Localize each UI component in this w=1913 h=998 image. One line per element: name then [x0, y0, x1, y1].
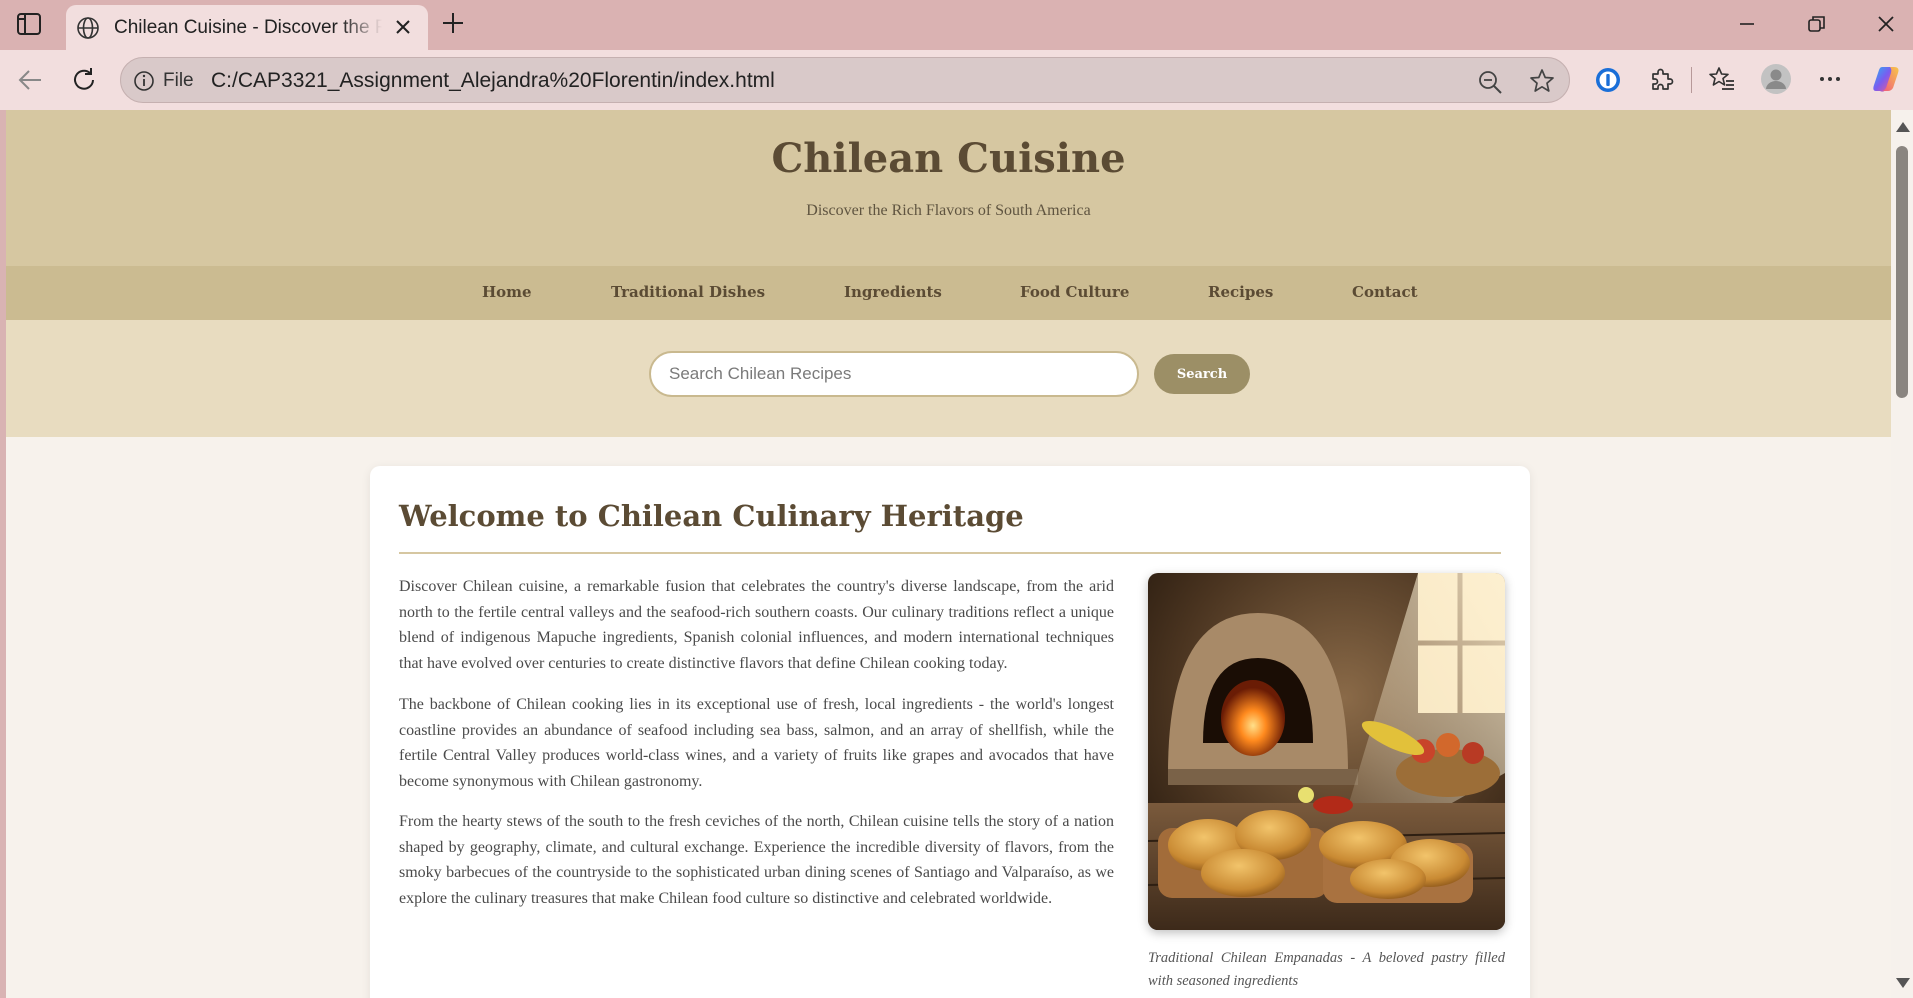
- reload-icon[interactable]: [68, 65, 100, 95]
- url-text[interactable]: C:/CAP3321_Assignment_Alejandra%20Floren…: [211, 69, 775, 93]
- more-icon[interactable]: [1815, 65, 1845, 93]
- restore-icon[interactable]: [1803, 12, 1829, 36]
- scroll-down-arrow-icon[interactable]: [1896, 978, 1910, 988]
- search-input[interactable]: [649, 351, 1139, 397]
- heading-divider: [399, 552, 1501, 554]
- globe-icon: [77, 17, 99, 39]
- search-button[interactable]: Search: [1154, 354, 1250, 394]
- address-bar[interactable]: File C:/CAP3321_Assignment_Alejandra%20F…: [120, 57, 1570, 103]
- site-title: Chilean Cuisine: [771, 135, 1126, 182]
- plus-icon[interactable]: [440, 10, 466, 36]
- tab-strip: Chilean Cuisine - Discover the Rich Flav…: [0, 0, 1913, 50]
- scroll-up-arrow-icon[interactable]: [1896, 122, 1910, 132]
- nav-ingredients[interactable]: Ingredients: [844, 283, 942, 301]
- site-subtitle: Discover the Rich Flavors of South Ameri…: [806, 202, 1091, 219]
- zoom-out-icon[interactable]: [1477, 69, 1503, 95]
- puzzle-icon[interactable]: [1648, 65, 1676, 93]
- star-icon[interactable]: [1529, 68, 1555, 94]
- back-arrow-icon[interactable]: [14, 65, 46, 95]
- close-icon[interactable]: [392, 16, 414, 38]
- active-tab[interactable]: Chilean Cuisine - Discover the Rich Flav…: [66, 5, 428, 50]
- scrollbar-thumb[interactable]: [1896, 146, 1908, 398]
- nav-home[interactable]: Home: [482, 283, 532, 301]
- welcome-heading: Welcome to Chilean Culinary Heritage: [399, 499, 1024, 533]
- nav-contact[interactable]: Contact: [1352, 283, 1418, 301]
- empanadas-image: [1148, 573, 1505, 930]
- page-scrollbar[interactable]: [1891, 110, 1913, 998]
- search-section: Search: [6, 320, 1891, 437]
- file-scheme-label: File: [163, 70, 194, 91]
- nav-traditional-dishes[interactable]: Traditional Dishes: [611, 283, 765, 301]
- profile-icon[interactable]: [1760, 63, 1792, 95]
- tab-title: Chilean Cuisine - Discover the Rich Flav…: [114, 17, 382, 38]
- nav-recipes[interactable]: Recipes: [1208, 283, 1273, 301]
- browser-toolbar: File C:/CAP3321_Assignment_Alejandra%20F…: [0, 50, 1913, 110]
- favorites-icon[interactable]: [1708, 65, 1736, 93]
- copilot-icon[interactable]: [1870, 63, 1902, 95]
- welcome-card: Welcome to Chilean Culinary Heritage Dis…: [370, 466, 1530, 998]
- nav-food-culture[interactable]: Food Culture: [1020, 283, 1129, 301]
- main-navigation: Home Traditional Dishes Ingredients Food…: [6, 266, 1891, 320]
- minimize-icon[interactable]: [1734, 12, 1760, 36]
- window-close-icon[interactable]: [1873, 12, 1899, 36]
- site-header: Chilean Cuisine Discover the Rich Flavor…: [6, 110, 1891, 266]
- intro-paragraph: Discover Chilean cuisine, a remarkable f…: [399, 578, 1114, 673]
- password-manager-icon[interactable]: [1594, 66, 1622, 94]
- info-icon[interactable]: [133, 70, 155, 92]
- sidebar-toggle-icon[interactable]: [16, 12, 42, 36]
- toolbar-divider: [1691, 67, 1692, 93]
- ingredients-paragraph: The backbone of Chilean cooking lies in …: [399, 696, 1114, 791]
- diversity-paragraph: From the hearty stews of the south to th…: [399, 813, 1114, 908]
- page-viewport: Chilean Cuisine Discover the Rich Flavor…: [6, 110, 1891, 998]
- image-caption: Traditional Chilean Empanadas - A belove…: [1148, 950, 1505, 989]
